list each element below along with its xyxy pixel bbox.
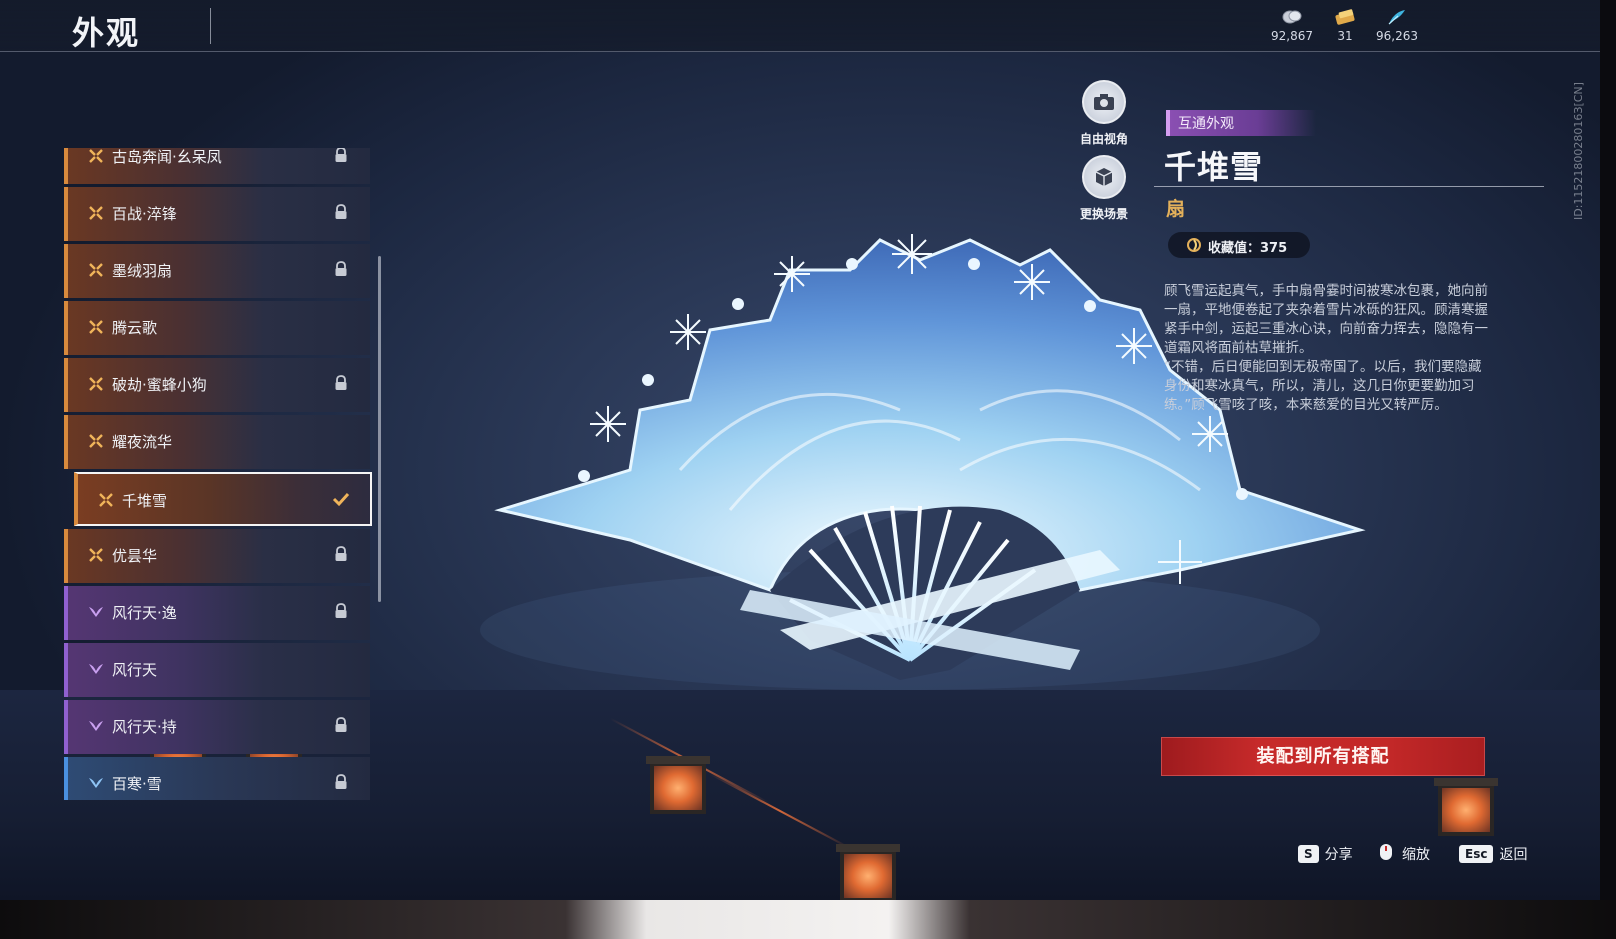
feather-icon <box>1386 8 1408 26</box>
lock-icon <box>334 603 348 619</box>
lock-icon <box>334 774 348 790</box>
lock-icon <box>334 717 348 733</box>
wing-emblem-icon <box>88 718 104 734</box>
wing-emblem-icon <box>88 661 104 677</box>
list-item-label: 墨绒羽扇 <box>112 262 173 280</box>
lock-icon <box>334 148 348 163</box>
change-scene-button[interactable]: 更换场景 <box>1066 155 1142 222</box>
cross-blades-icon <box>88 376 104 392</box>
back-hint[interactable]: Esc 返回 <box>1459 843 1527 865</box>
mouse-icon <box>1376 842 1396 866</box>
cross-blades-icon <box>88 547 104 563</box>
currency-feather: 96,263 <box>1362 8 1432 43</box>
wing-emblem-icon <box>88 775 104 791</box>
ticket-icon <box>1334 8 1356 26</box>
change-scene-label: 更换场景 <box>1079 207 1128 221</box>
appearance-list[interactable]: 古岛奔闻·幺呆凤 百战·淬锋墨绒羽扇腾云歌破劫·蜜蜂小狗 耀夜流华千堆雪优昙华风行天… <box>64 148 376 800</box>
list-item[interactable]: 古岛奔闻·幺呆凤 <box>64 148 370 184</box>
zoom-label: 缩放 <box>1402 847 1430 863</box>
free-view-label: 自由视角 <box>1079 132 1128 146</box>
top-bar: 外观 92,867 31 96,263 <box>0 0 1600 52</box>
list-item-label: 耀夜流华 <box>112 433 173 451</box>
list-item[interactable]: 千堆雪 <box>74 472 372 526</box>
list-item[interactable]: 耀夜流华 <box>64 415 370 469</box>
window-edge <box>1600 0 1616 939</box>
list-item-label: 风行天 <box>112 661 158 679</box>
list-item[interactable]: 墨绒羽扇 <box>64 244 370 298</box>
cross-blades-icon <box>88 262 104 278</box>
esc-key: Esc <box>1459 845 1494 863</box>
list-item-label: 千堆雪 <box>122 492 168 510</box>
back-label: 返回 <box>1499 847 1528 863</box>
item-name: 千堆雪 <box>1164 148 1264 186</box>
list-item[interactable]: 风行天 <box>64 643 370 697</box>
character-peek-strip <box>0 900 1616 939</box>
lock-icon <box>334 375 348 391</box>
item-type: 扇 <box>1166 198 1186 220</box>
cross-blades-icon <box>88 319 104 335</box>
lock-icon <box>334 261 348 277</box>
scene-background: 外观 92,867 31 96,263 ID:1152180028016З[CN… <box>0 0 1600 939</box>
list-item[interactable]: 百战·淬锋 <box>64 187 370 241</box>
currency-value: 96,263 <box>1376 29 1418 43</box>
description-paragraph: “不错，后日便能回到无极帝国了。以后，我们要隐藏身份和寒冰真气，所以，清儿，这几… <box>1164 359 1482 413</box>
collection-value-badge: 收藏值：375 <box>1168 232 1310 258</box>
zoom-hint[interactable]: 缩放 <box>1376 843 1430 865</box>
check-icon <box>332 490 350 508</box>
divider <box>210 8 211 44</box>
lantern-decoration <box>646 756 710 814</box>
silver-coin-icon <box>1281 8 1303 26</box>
shared-appearance-tag: 互通外观 <box>1166 110 1316 136</box>
lock-icon <box>334 546 348 562</box>
list-item[interactable]: 风行天·逸 <box>64 586 370 640</box>
lantern-decoration <box>836 844 900 902</box>
list-item-label: 腾云歌 <box>112 319 158 337</box>
list-item[interactable]: 优昙华 <box>64 529 370 583</box>
share-key: S <box>1298 845 1319 863</box>
share-hint[interactable]: S 分享 <box>1298 843 1353 865</box>
free-view-button[interactable]: 自由视角 <box>1066 80 1142 147</box>
share-label: 分享 <box>1324 847 1353 863</box>
collection-icon <box>1186 237 1202 253</box>
list-item-label: 古岛奔闻·幺呆凤 <box>112 148 222 166</box>
equip-all-outfits-button[interactable]: 装配到所有搭配 <box>1161 737 1485 776</box>
list-item-label: 风行天·持 <box>112 718 177 736</box>
list-item-label: 破劫·蜜蜂小狗 <box>112 376 207 394</box>
description-paragraph: 顾飞雪运起真气，手中扇骨霎时间被寒冰包裹，她向前一扇，平地便卷起了夹杂着雪片冰砾… <box>1164 283 1488 356</box>
collection-value: 收藏值：375 <box>1208 241 1288 256</box>
cross-blades-icon <box>98 492 114 508</box>
scene-cube-icon <box>1082 155 1126 199</box>
cross-blades-icon <box>88 205 104 221</box>
page-title: 外观 <box>72 14 141 52</box>
wing-emblem-icon <box>88 604 104 620</box>
cross-blades-icon <box>88 148 104 164</box>
camera-icon <box>1082 80 1126 124</box>
list-scrollbar[interactable] <box>378 256 381 602</box>
cross-blades-icon <box>88 433 104 449</box>
list-item[interactable]: 风行天·持 <box>64 700 370 754</box>
list-item[interactable]: 破劫·蜜蜂小狗 <box>64 358 370 412</box>
divider <box>1154 186 1544 187</box>
list-item-label: 优昙华 <box>112 547 158 565</box>
lock-icon <box>334 204 348 220</box>
item-description: 顾飞雪运起真气，手中扇骨霎时间被寒冰包裹，她向前一扇，平地便卷起了夹杂着雪片冰砾… <box>1164 282 1488 415</box>
list-item[interactable]: 腾云歌 <box>64 301 370 355</box>
list-item[interactable]: 百寒·雪 <box>64 757 370 800</box>
lantern-decoration <box>1434 778 1498 836</box>
user-id: ID:1152180028016З[CN] <box>1572 82 1585 220</box>
list-item-label: 风行天·逸 <box>112 604 177 622</box>
list-item-label: 百寒·雪 <box>112 775 162 793</box>
list-item-label: 百战·淬锋 <box>112 205 177 223</box>
